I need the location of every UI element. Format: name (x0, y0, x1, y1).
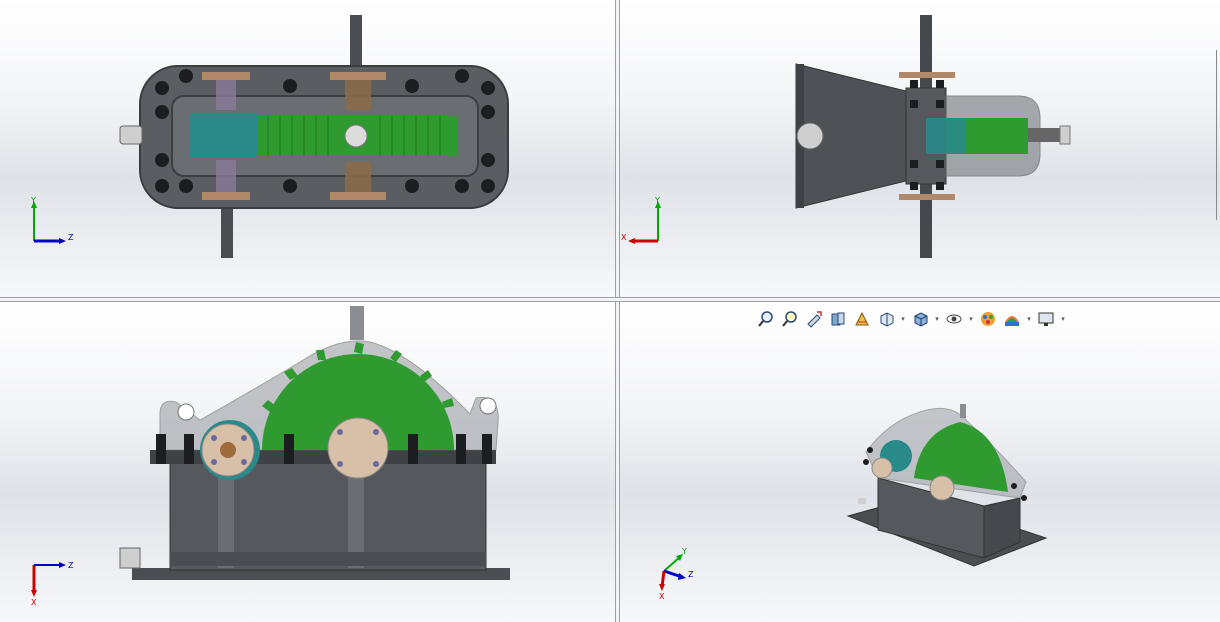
svg-text:Z: Z (68, 561, 74, 570)
model-top-view[interactable] (0, 0, 615, 297)
svg-text:Y: Y (30, 196, 36, 205)
svg-text:X: X (621, 233, 627, 242)
svg-text:Z: Z (688, 570, 694, 579)
model-isometric-view[interactable] (620, 302, 1220, 622)
bearing-cap (330, 192, 386, 200)
scroll-edge[interactable] (1216, 50, 1220, 220)
viewport-top[interactable]: Y Z (0, 0, 615, 297)
svg-text:X: X (659, 592, 665, 601)
model-right-view[interactable] (620, 0, 1220, 297)
triad-right-view: Y X (621, 196, 661, 244)
pinion-teal (190, 114, 258, 158)
triad-top-view: Y Z (30, 196, 74, 244)
viewport-right[interactable]: Y X (620, 0, 1220, 297)
bearing-cap (202, 72, 250, 80)
plug (796, 122, 824, 150)
viewport-splitter-vertical[interactable] (615, 0, 620, 622)
drain-plug (119, 547, 141, 569)
svg-text:Z: Z (68, 233, 74, 242)
triad-isometric-view: Y Z X (659, 547, 694, 601)
bearing-cap (330, 72, 386, 80)
drain-plug (119, 125, 143, 145)
svg-text:Y: Y (654, 196, 660, 205)
svg-text:Y: Y (681, 547, 687, 556)
viewport-front[interactable]: Z X (0, 302, 615, 622)
bearing-cap (202, 192, 250, 200)
svg-text:X: X (31, 598, 37, 607)
viewport-isometric[interactable]: ▾ ▾ ▾ ▾ ▾ Y Z X (620, 302, 1220, 622)
viewport-splitter-horizontal[interactable] (0, 297, 1220, 302)
triad-front-view: Z X (31, 561, 74, 607)
shaft-end (344, 124, 368, 148)
model-front-view[interactable] (0, 302, 615, 622)
bearing-cap (327, 417, 389, 479)
